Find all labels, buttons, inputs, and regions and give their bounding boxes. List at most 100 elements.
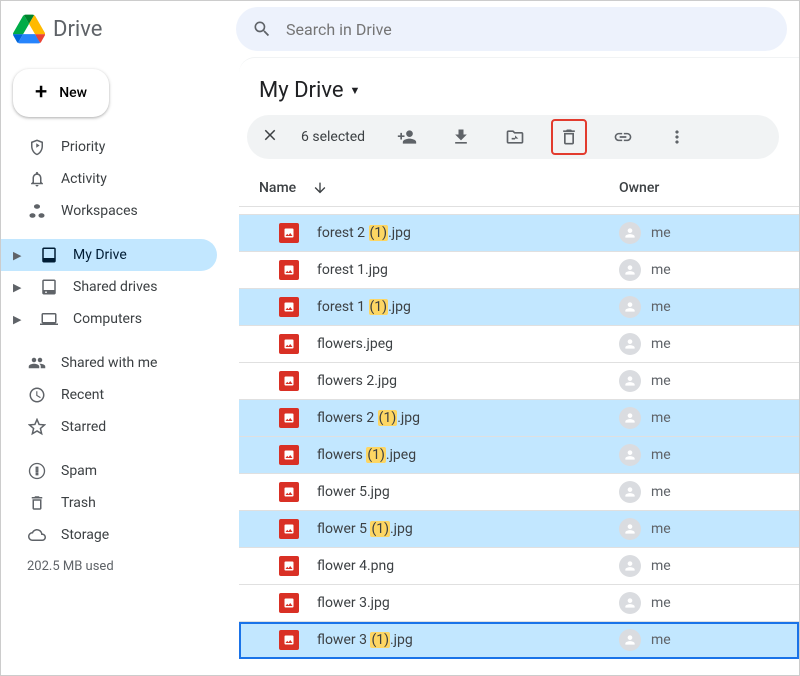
table-row[interactable]: flowers 2.jpgme bbox=[239, 363, 799, 400]
avatar bbox=[619, 222, 641, 244]
owner-cell: me bbox=[619, 259, 779, 281]
file-name: flower 3 (1).jpg bbox=[317, 632, 413, 648]
owner-name: me bbox=[651, 262, 671, 278]
image-file-icon bbox=[279, 519, 299, 539]
star-icon bbox=[27, 417, 47, 437]
selection-action-bar: 6 selected bbox=[247, 115, 779, 159]
file-name: forest 2 (1).jpg bbox=[317, 225, 411, 241]
folder-title[interactable]: My Drive ▼ bbox=[239, 62, 799, 115]
file-name: flowers 2 (1).jpg bbox=[317, 410, 420, 426]
new-button-label: New bbox=[59, 85, 87, 101]
table-row[interactable]: forest 1.jpg me bbox=[239, 252, 799, 289]
storage-used-text: 202.5 MB used bbox=[1, 551, 233, 574]
file-name-cell: flower 5 (1).jpg bbox=[259, 519, 619, 539]
person-add-icon bbox=[397, 127, 417, 147]
image-file-icon bbox=[279, 445, 299, 465]
sidebar-item-shared-with-me[interactable]: Shared with me bbox=[1, 347, 217, 379]
plus-icon: + bbox=[35, 86, 47, 100]
table-header: Name Owner bbox=[239, 169, 799, 207]
share-button[interactable] bbox=[389, 119, 425, 155]
avatar bbox=[619, 592, 641, 614]
owner-cell: me bbox=[619, 481, 779, 503]
clear-selection-button[interactable] bbox=[257, 122, 283, 152]
shared-drives-icon bbox=[39, 277, 59, 297]
sidebar-item-label: Workspaces bbox=[61, 203, 138, 219]
folder-title-text: My Drive bbox=[259, 78, 344, 103]
sidebar-item-label: Computers bbox=[73, 311, 142, 327]
file-name-cell: forest 1.jpg bbox=[259, 260, 619, 280]
file-list: forest 2 (1).jpgmeforest 1.jpgmeforest 1… bbox=[239, 215, 799, 675]
workspaces-icon bbox=[27, 201, 47, 221]
image-file-icon bbox=[279, 593, 299, 613]
table-row[interactable]: flower 3.jpg me bbox=[239, 585, 799, 622]
owner-name: me bbox=[651, 410, 671, 426]
file-name-cell: forest 1 (1).jpg bbox=[259, 297, 619, 317]
sidebar-item-activity[interactable]: Activity bbox=[1, 163, 217, 195]
sidebar-item-label: Trash bbox=[61, 495, 96, 511]
sidebar-item-label: Storage bbox=[61, 527, 109, 543]
table-row[interactable]: flowers 2 (1).jpg me bbox=[239, 400, 799, 437]
file-name-cell: flower 3 (1).jpg bbox=[259, 630, 619, 650]
sidebar-item-computers[interactable]: ▶ Computers bbox=[1, 303, 217, 335]
table-row[interactable]: flower 5 (1).jpg me bbox=[239, 511, 799, 548]
delete-button[interactable] bbox=[551, 119, 587, 155]
sidebar-item-label: Starred bbox=[61, 419, 106, 435]
owner-name: me bbox=[651, 521, 671, 537]
cloud-icon bbox=[27, 525, 47, 545]
column-header-name[interactable]: Name bbox=[259, 180, 619, 196]
sidebar-item-shared-drives[interactable]: ▶ Shared drives bbox=[1, 271, 217, 303]
search-icon bbox=[252, 19, 272, 39]
table-row[interactable]: flower 3 (1).jpg me bbox=[239, 622, 799, 659]
avatar bbox=[619, 333, 641, 355]
owner-cell: me bbox=[619, 370, 779, 392]
folder-move-icon bbox=[505, 127, 525, 147]
chevron-right-icon: ▶ bbox=[13, 313, 25, 326]
sidebar-item-spam[interactable]: Spam bbox=[1, 455, 217, 487]
computer-icon bbox=[39, 309, 59, 329]
drive-folder-icon bbox=[39, 245, 59, 265]
sidebar-item-label: Recent bbox=[61, 387, 104, 403]
sidebar: + New Priority Activity Workspaces ▶ My … bbox=[1, 57, 233, 675]
avatar bbox=[619, 259, 641, 281]
owner-name: me bbox=[651, 299, 671, 315]
trash-icon bbox=[27, 493, 47, 513]
avatar bbox=[619, 407, 641, 429]
table-row[interactable]: flowers (1).jpeg me bbox=[239, 437, 799, 474]
file-name: flower 5 (1).jpg bbox=[317, 521, 413, 537]
image-file-icon bbox=[279, 630, 299, 650]
sidebar-item-starred[interactable]: Starred bbox=[1, 411, 217, 443]
owner-cell: me bbox=[619, 222, 779, 244]
column-owner-label: Owner bbox=[619, 180, 659, 196]
search-input[interactable] bbox=[286, 20, 771, 39]
avatar bbox=[619, 370, 641, 392]
sidebar-item-storage[interactable]: Storage bbox=[1, 519, 217, 551]
more-actions-button[interactable] bbox=[659, 119, 695, 155]
table-row[interactable]: flower 5.jpgme bbox=[239, 474, 799, 511]
sidebar-item-trash[interactable]: Trash bbox=[1, 487, 217, 519]
file-name-cell: flower 5.jpg bbox=[259, 482, 619, 502]
sidebar-item-my-drive[interactable]: ▶ My Drive bbox=[1, 239, 217, 271]
move-button[interactable] bbox=[497, 119, 533, 155]
table-row[interactable]: forest 2 (1).jpg me bbox=[239, 215, 799, 252]
owner-cell: me bbox=[619, 444, 779, 466]
get-link-button[interactable] bbox=[605, 119, 641, 155]
owner-name: me bbox=[651, 632, 671, 648]
search-bar[interactable] bbox=[236, 7, 787, 51]
column-header-owner[interactable]: Owner bbox=[619, 180, 779, 196]
file-name-cell: flower 3.jpg bbox=[259, 593, 619, 613]
sidebar-item-priority[interactable]: Priority bbox=[1, 131, 217, 163]
table-row[interactable]: flower 4.pngme bbox=[239, 548, 799, 585]
download-button[interactable] bbox=[443, 119, 479, 155]
image-file-icon bbox=[279, 556, 299, 576]
sidebar-item-recent[interactable]: Recent bbox=[1, 379, 217, 411]
file-name: flower 3.jpg bbox=[317, 595, 390, 611]
link-icon bbox=[613, 127, 633, 147]
sidebar-item-workspaces[interactable]: Workspaces bbox=[1, 195, 217, 227]
sidebar-item-label: My Drive bbox=[73, 247, 127, 263]
new-button[interactable]: + New bbox=[13, 69, 109, 117]
owner-cell: me bbox=[619, 592, 779, 614]
file-name: flowers (1).jpeg bbox=[317, 447, 416, 463]
table-row[interactable]: flowers.jpegme bbox=[239, 326, 799, 363]
logo[interactable]: Drive bbox=[13, 13, 228, 45]
table-row[interactable]: forest 1 (1).jpg me bbox=[239, 289, 799, 326]
